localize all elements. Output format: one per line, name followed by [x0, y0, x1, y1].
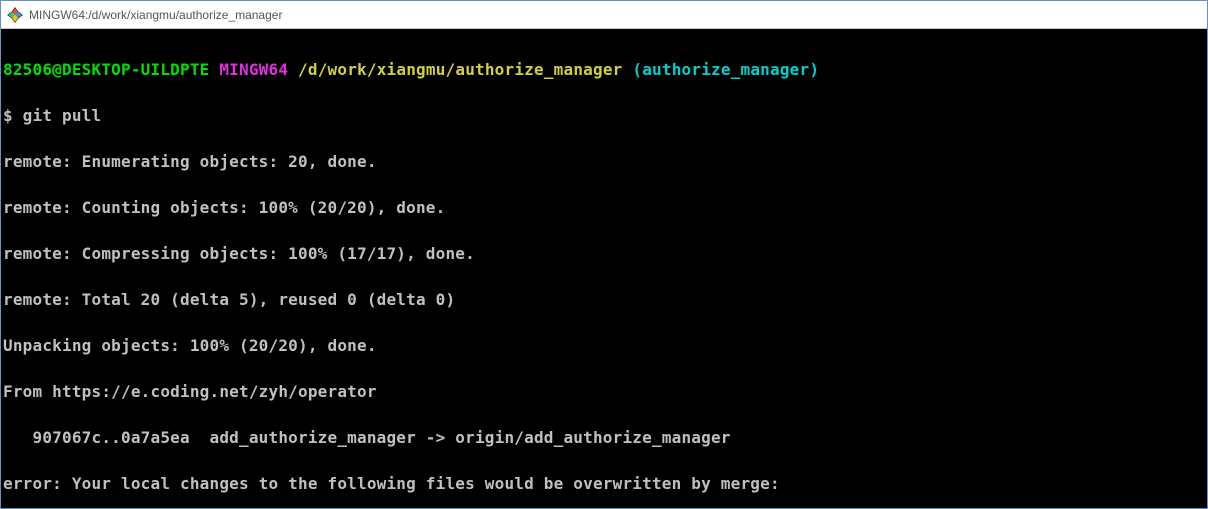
- output-line: 907067c..0a7a5ea add_authorize_manager -…: [3, 426, 1205, 449]
- window-title: MINGW64:/d/work/xiangmu/authorize_manage…: [29, 8, 282, 22]
- output-line: From https://e.coding.net/zyh/operator: [3, 380, 1205, 403]
- output-line: error: Your local changes to the followi…: [3, 472, 1205, 495]
- terminal-area[interactable]: 82506@DESKTOP-UILDPTE MINGW64 /d/work/xi…: [1, 29, 1207, 508]
- output-line: remote: Enumerating objects: 20, done.: [3, 150, 1205, 173]
- prompt-line: 82506@DESKTOP-UILDPTE MINGW64 /d/work/xi…: [3, 58, 1205, 81]
- title-bar[interactable]: MINGW64:/d/work/xiangmu/authorize_manage…: [1, 1, 1207, 29]
- output-line: Unpacking objects: 100% (20/20), done.: [3, 334, 1205, 357]
- window: MINGW64:/d/work/xiangmu/authorize_manage…: [0, 0, 1208, 509]
- mintty-icon: [7, 7, 23, 23]
- prompt-env: MINGW64: [219, 60, 288, 79]
- prompt-branch: (authorize_manager): [632, 60, 819, 79]
- prompt-symbol: $: [3, 106, 23, 125]
- command-text: git pull: [23, 106, 102, 125]
- output-line: remote: Total 20 (delta 5), reused 0 (de…: [3, 288, 1205, 311]
- command-line: $ git pull: [3, 104, 1205, 127]
- output-line: remote: Compressing objects: 100% (17/17…: [3, 242, 1205, 265]
- prompt-path: /d/work/xiangmu/authorize_manager: [298, 60, 622, 79]
- prompt-user: 82506@DESKTOP-UILDPTE: [3, 60, 210, 79]
- output-line: remote: Counting objects: 100% (20/20), …: [3, 196, 1205, 219]
